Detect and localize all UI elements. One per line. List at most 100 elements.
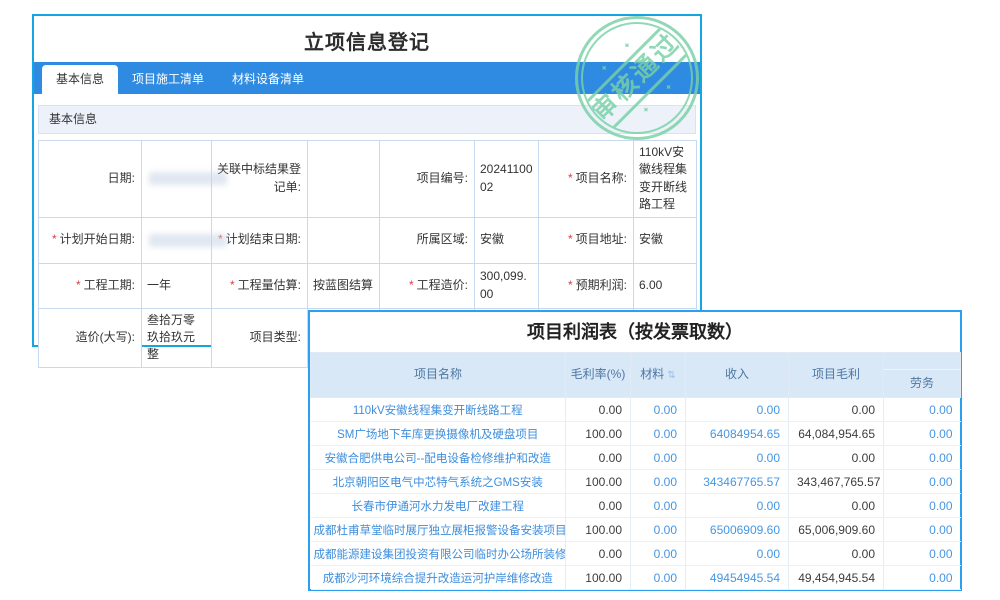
field-value: 一年 (142, 263, 212, 308)
gross-profit-cell: 49,454,945.54 (789, 566, 884, 590)
material-cell: 0.00 (631, 470, 686, 494)
income-cell: 0.00 (686, 446, 789, 470)
material-cell: 0.00 (631, 446, 686, 470)
margin-rate-cell: 0.00 (566, 398, 631, 422)
field-label: *预期利润: (539, 263, 634, 308)
profit-row: 110kV安徽线程集变开断线路工程0.000.000.000.000.00 (311, 398, 961, 422)
field-value: 300,099.00 (475, 263, 539, 308)
profit-row: SM广场地下车库更换摄像机及硬盘项目100.000.0064084954.656… (311, 422, 961, 446)
required-asterisk: * (409, 278, 414, 292)
labor-cell: 0.00 (884, 518, 961, 542)
project-name-link[interactable]: 安徽合肥供电公司--配电设备检修维护和改造 (311, 446, 566, 470)
profit-row: 成都杜甫草堂临时展厅独立展柜报警设备安装项目100.000.0065006909… (311, 518, 961, 542)
material-cell: 0.00 (631, 398, 686, 422)
page-canvas: 立项信息登记 基本信息项目施工清单材料设备清单 基本信息 日期:关联中标结果登记… (0, 0, 1000, 600)
margin-rate-cell: 0.00 (566, 446, 631, 470)
form-title: 立项信息登记 (34, 16, 700, 54)
col-header-material-label: 材料 (640, 367, 664, 381)
project-name-link[interactable]: 110kV安徽线程集变开断线路工程 (311, 398, 566, 422)
material-cell: 0.00 (631, 542, 686, 566)
field-value: 2024110002 (475, 141, 539, 218)
tab-材料设备清单[interactable]: 材料设备清单 (218, 65, 318, 94)
income-cell: 64084954.65 (686, 422, 789, 446)
field-label: 所属区域: (380, 217, 475, 263)
profit-row: 长春市伊通河水力发电厂改建工程0.000.000.000.000.00 (311, 494, 961, 518)
gross-profit-cell: 0.00 (789, 494, 884, 518)
tab-基本信息[interactable]: 基本信息 (42, 65, 118, 94)
labor-cell: 0.00 (884, 422, 961, 446)
field-value (308, 141, 380, 218)
income-cell: 0.00 (686, 494, 789, 518)
project-name-link[interactable]: 成都沙河环境综合提升改造运河护岸维修改造 (311, 566, 566, 590)
income-cell: 65006909.60 (686, 518, 789, 542)
field-label: 项目类型: (212, 308, 308, 367)
project-name-link[interactable]: 成都杜甫草堂临时展厅独立展柜报警设备安装项目 (311, 518, 566, 542)
field-label: *计划开始日期: (39, 217, 142, 263)
tab-bar: 基本信息项目施工清单材料设备清单 (34, 62, 700, 94)
profit-row: 安徽合肥供电公司--配电设备检修维护和改造0.000.000.000.000.0… (311, 446, 961, 470)
profit-table: 项目名称 毛利率(%) 材料⇅ 收入 项目毛利 劳务 110kV安徽线程集变开断… (310, 352, 961, 590)
labor-cell: 0.00 (884, 542, 961, 566)
income-cell: 343467765.57 (686, 470, 789, 494)
material-cell: 0.00 (631, 494, 686, 518)
required-asterisk: * (76, 278, 81, 292)
form-row: 日期:关联中标结果登记单:项目编号:2024110002*项目名称:110kV安… (39, 141, 697, 218)
income-cell: 0.00 (686, 542, 789, 566)
margin-rate-cell: 100.00 (566, 470, 631, 494)
margin-rate-cell: 0.00 (566, 494, 631, 518)
redacted-value (149, 172, 227, 185)
project-name-link[interactable]: SM广场地下车库更换摄像机及硬盘项目 (311, 422, 566, 446)
sort-icon[interactable]: ⇅ (667, 370, 675, 381)
labor-cell: 0.00 (884, 446, 961, 470)
field-label: 造价(大写): (39, 308, 142, 367)
required-asterisk: * (568, 278, 573, 292)
gross-profit-cell: 64,084,954.65 (789, 422, 884, 446)
material-cell: 0.00 (631, 518, 686, 542)
project-name-link[interactable]: 长春市伊通河水力发电厂改建工程 (311, 494, 566, 518)
col-header-project-name: 项目名称 (311, 353, 566, 398)
labor-cell: 0.00 (884, 494, 961, 518)
field-value (142, 141, 212, 218)
gross-profit-cell: 343,467,765.57 (789, 470, 884, 494)
gross-profit-cell: 0.00 (789, 398, 884, 422)
form-row: *工程工期:一年*工程量估算:按蓝图结算*工程造价:300,099.00*预期利… (39, 263, 697, 308)
field-label: *工程造价: (380, 263, 475, 308)
labor-cell: 0.00 (884, 470, 961, 494)
col-header-income: 收入 (686, 353, 789, 398)
project-name-link[interactable]: 北京朝阳区电气中芯特气系统之GMS安装 (311, 470, 566, 494)
tab-项目施工清单[interactable]: 项目施工清单 (118, 65, 218, 94)
field-value (142, 217, 212, 263)
field-value: 6.00 (634, 263, 697, 308)
profit-row: 成都能源建设集团投资有限公司临时办公场所装修改0.000.000.000.000… (311, 542, 961, 566)
col-header-gross-profit: 项目毛利 (789, 353, 884, 398)
field-label: *工程工期: (39, 263, 142, 308)
gross-profit-cell: 0.00 (789, 542, 884, 566)
labor-cell: 0.00 (884, 398, 961, 422)
col-header-material: 材料⇅ (631, 353, 686, 398)
field-label: *工程量估算: (212, 263, 308, 308)
required-asterisk: * (568, 171, 573, 185)
gross-profit-cell: 65,006,909.60 (789, 518, 884, 542)
margin-rate-cell: 100.00 (566, 566, 631, 590)
margin-rate-cell: 100.00 (566, 518, 631, 542)
field-label: 项目编号: (380, 141, 475, 218)
project-name-link[interactable]: 成都能源建设集团投资有限公司临时办公场所装修改 (311, 542, 566, 566)
profit-table-head: 项目名称 毛利率(%) 材料⇅ 收入 项目毛利 劳务 (311, 353, 961, 398)
col-header-group-blank (884, 353, 961, 370)
field-value: 安徽 (634, 217, 697, 263)
gross-profit-cell: 0.00 (789, 446, 884, 470)
registration-form-panel: 立项信息登记 基本信息项目施工清单材料设备清单 基本信息 日期:关联中标结果登记… (32, 14, 702, 347)
section-header-basic-info: 基本信息 (38, 105, 696, 134)
profit-row: 成都沙河环境综合提升改造运河护岸维修改造100.00 0.00 49454945.5… (311, 566, 961, 590)
required-asterisk: * (568, 232, 573, 246)
profit-table-title: 项目利润表（按发票取数） (310, 312, 960, 352)
field-label: *项目名称: (539, 141, 634, 218)
required-asterisk: * (230, 278, 235, 292)
profit-table-body: 110kV安徽线程集变开断线路工程0.000.000.000.000.00SM广… (311, 398, 961, 590)
required-asterisk: * (52, 232, 57, 246)
material-cell: 0.00 (631, 422, 686, 446)
income-cell: 49454945.54 (686, 566, 789, 590)
field-value: 叁拾万零玖拾玖元整 (142, 308, 212, 367)
labor-cell: 0.00 (884, 566, 961, 590)
form-row: *计划开始日期:*计划结束日期:所属区域:安徽*项目地址:安徽 (39, 217, 697, 263)
